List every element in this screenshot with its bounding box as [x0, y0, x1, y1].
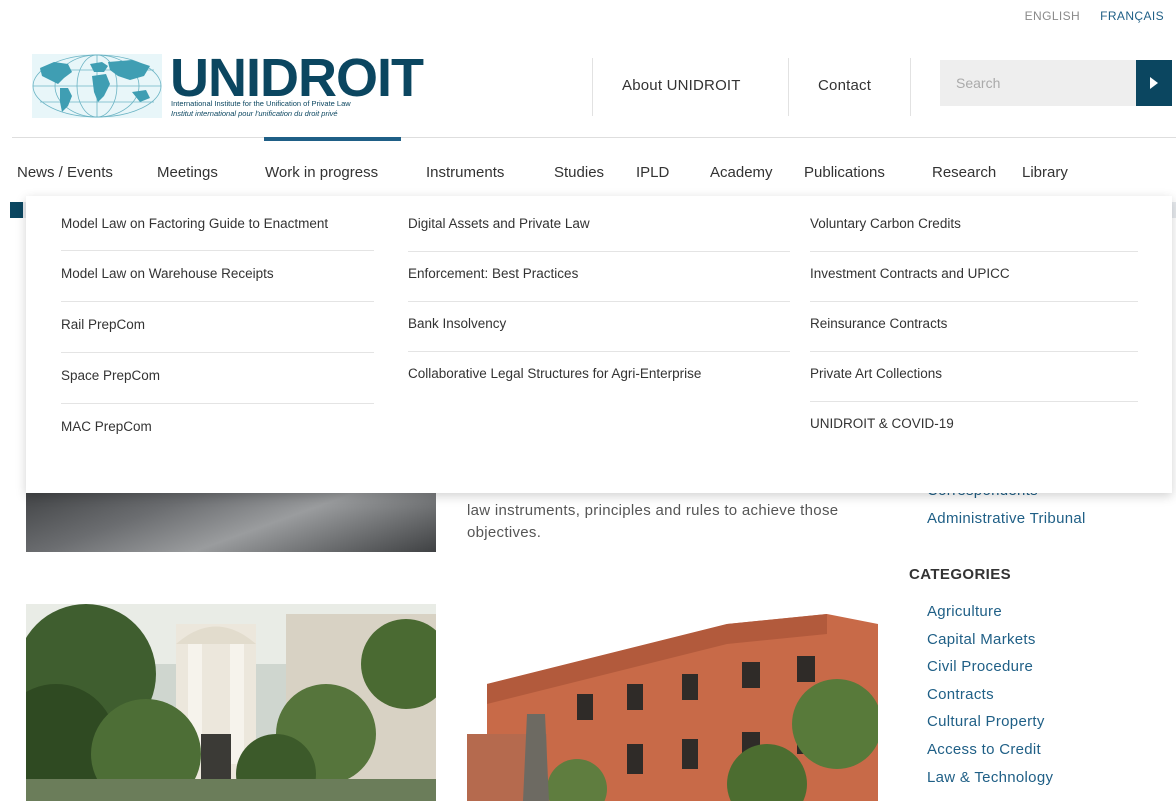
- dropdown-item-agri-enterprise[interactable]: Collaborative Legal Structures for Agri-…: [408, 352, 790, 384]
- dropdown-item-rail-prepcom[interactable]: Rail PrepCom: [61, 302, 374, 353]
- search-submit-button[interactable]: [1136, 60, 1172, 106]
- globe-logo-icon: [32, 54, 162, 118]
- villa-garden-image[interactable]: [26, 604, 436, 801]
- dropdown-item-enforcement[interactable]: Enforcement: Best Practices: [408, 252, 790, 302]
- categories-list: Agriculture Capital Markets Civil Proced…: [927, 603, 1053, 796]
- about-link[interactable]: About UNIDROIT: [622, 77, 741, 94]
- nav-item-academy[interactable]: Academy: [710, 164, 773, 181]
- nav-item-news-events[interactable]: News / Events: [17, 164, 113, 181]
- dropdown-item-reinsurance[interactable]: Reinsurance Contracts: [810, 302, 1138, 352]
- category-link[interactable]: Access to Credit: [927, 741, 1053, 769]
- dropdown-item-investment-contracts[interactable]: Investment Contracts and UPICC: [810, 252, 1138, 302]
- sidebar-link-administrative-tribunal[interactable]: Administrative Tribunal: [927, 510, 1086, 538]
- category-link[interactable]: Agriculture: [927, 603, 1053, 631]
- dropdown-column-1: Model Law on Factoring Guide to Enactmen…: [61, 214, 374, 437]
- dropdown-item-carbon-credits[interactable]: Voluntary Carbon Credits: [810, 214, 1138, 252]
- search-input[interactable]: [940, 60, 1136, 106]
- play-arrow-icon: [1150, 77, 1158, 89]
- language-french-link[interactable]: FRANÇAIS: [1100, 9, 1164, 23]
- dropdown-item-bank-insolvency[interactable]: Bank Insolvency: [408, 302, 790, 352]
- palazzo-illustration: [467, 604, 878, 801]
- active-nav-indicator: [264, 137, 401, 141]
- header-divider: [788, 58, 789, 116]
- palazzo-image[interactable]: [467, 604, 878, 801]
- nav-item-work-in-progress[interactable]: Work in progress: [265, 164, 378, 181]
- nav-item-publications[interactable]: Publications: [804, 164, 885, 181]
- banner-accent: [10, 202, 23, 218]
- dropdown-item-factoring-guide[interactable]: Model Law on Factoring Guide to Enactmen…: [61, 214, 374, 251]
- nav-item-library[interactable]: Library: [1022, 164, 1068, 181]
- villa-garden-illustration: [26, 604, 436, 801]
- language-switcher: ENGLISH FRANÇAIS: [1025, 9, 1164, 23]
- unidroit-logo[interactable]: UNIDROIT International Institute for the…: [32, 46, 432, 126]
- language-english-link[interactable]: ENGLISH: [1025, 9, 1080, 23]
- dropdown-item-digital-assets[interactable]: Digital Assets and Private Law: [408, 214, 790, 252]
- categories-heading: CATEGORIES: [909, 566, 1012, 583]
- header-rule: [12, 137, 1176, 138]
- dropdown-column-2: Digital Assets and Private Law Enforceme…: [408, 214, 790, 384]
- header-divider: [592, 58, 593, 116]
- main-navigation: News / Events Meetings Work in progress …: [0, 164, 1176, 186]
- header-divider: [910, 58, 911, 116]
- dropdown-item-mac-prepcom[interactable]: MAC PrepCom: [61, 404, 374, 437]
- logo-subtitle-en: International Institute for the Unificat…: [171, 99, 351, 108]
- category-link[interactable]: Cultural Property: [927, 713, 1053, 741]
- category-link[interactable]: Capital Markets: [927, 631, 1053, 659]
- nav-item-instruments[interactable]: Instruments: [426, 164, 504, 181]
- nav-item-meetings[interactable]: Meetings: [157, 164, 218, 181]
- search-box: [940, 60, 1136, 106]
- dropdown-item-space-prepcom[interactable]: Space PrepCom: [61, 353, 374, 404]
- dropdown-item-warehouse-receipts[interactable]: Model Law on Warehouse Receipts: [61, 251, 374, 302]
- intro-text: law instruments, principles and rules to…: [467, 502, 839, 541]
- category-link[interactable]: Law & Technology: [927, 769, 1053, 797]
- dropdown-column-3: Voluntary Carbon Credits Investment Cont…: [810, 214, 1138, 434]
- dropdown-item-art-collections[interactable]: Private Art Collections: [810, 352, 1138, 402]
- category-link[interactable]: Contracts: [927, 686, 1053, 714]
- category-link[interactable]: Civil Procedure: [927, 658, 1053, 686]
- logo-subtitle-fr: Institut international pour l'unificatio…: [171, 109, 338, 118]
- contact-link[interactable]: Contact: [818, 77, 871, 94]
- nav-item-research[interactable]: Research: [932, 164, 996, 181]
- work-in-progress-dropdown: Model Law on Factoring Guide to Enactmen…: [26, 196, 1172, 493]
- nav-item-ipld[interactable]: IPLD: [636, 164, 669, 181]
- nav-item-studies[interactable]: Studies: [554, 164, 604, 181]
- dropdown-item-covid[interactable]: UNIDROIT & COVID-19: [810, 402, 1138, 434]
